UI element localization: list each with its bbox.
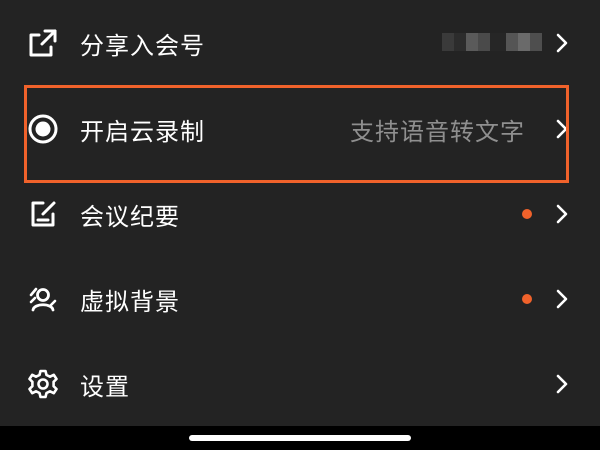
menu-item-label: 设置: [80, 372, 130, 401]
gear-icon: [27, 368, 59, 400]
menu-item-label: 虚拟背景: [80, 287, 180, 316]
meeting-more-menu: 分享入会号 开启云录制 支持语音转文字 会议纪要 虚拟背景 设置: [0, 0, 600, 450]
virtual-background-icon: [27, 283, 59, 315]
menu-item-label: 分享入会号: [80, 31, 205, 60]
redacted-meeting-id: [442, 33, 542, 51]
chevron-right-icon: [556, 33, 568, 53]
home-indicator[interactable]: [189, 435, 411, 441]
menu-item-settings[interactable]: 设置: [0, 341, 600, 427]
chevron-right-icon: [556, 289, 568, 309]
menu-item-share-meeting-id[interactable]: 分享入会号: [0, 0, 600, 86]
chevron-right-icon: [556, 204, 568, 224]
menu-item-label: 会议纪要: [80, 202, 180, 231]
highlight-box: [24, 85, 569, 183]
menu-item-meeting-notes[interactable]: 会议纪要: [0, 171, 600, 257]
new-badge-dot: [522, 294, 532, 304]
new-badge-dot: [522, 209, 532, 219]
chevron-right-icon: [556, 374, 568, 394]
share-icon: [27, 27, 59, 59]
menu-item-virtual-background[interactable]: 虚拟背景: [0, 256, 600, 342]
notes-edit-icon: [27, 198, 59, 230]
